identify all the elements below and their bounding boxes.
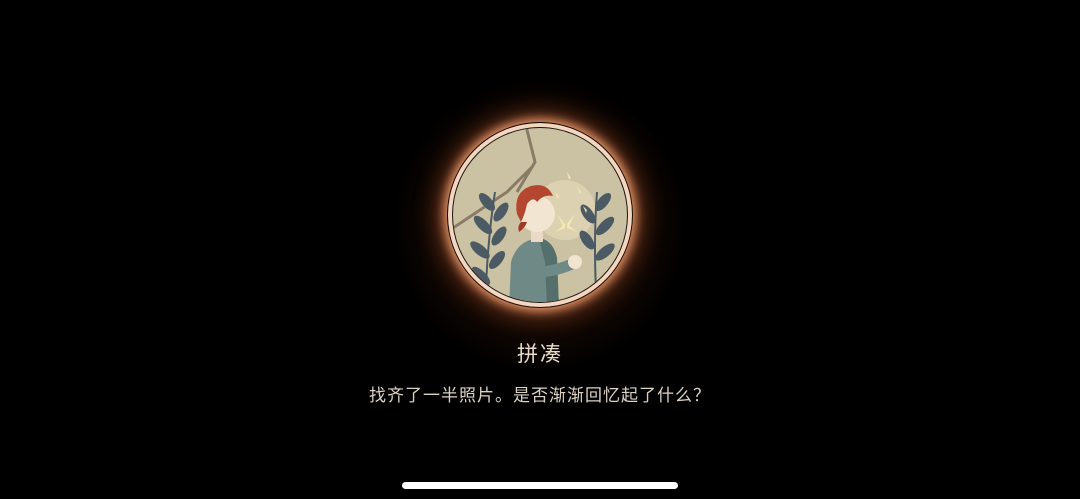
popup-title: 拼凑 (517, 342, 563, 366)
memory-medallion[interactable] (447, 122, 633, 308)
popup-message: 找齐了一半照片。是否渐渐回忆起了什么？ (369, 386, 711, 406)
game-screen: 拼凑 找齐了一半照片。是否渐渐回忆起了什么？ (0, 0, 1080, 499)
boy-with-butterfly-illustration (448, 123, 632, 307)
home-indicator-bar[interactable] (402, 482, 678, 489)
